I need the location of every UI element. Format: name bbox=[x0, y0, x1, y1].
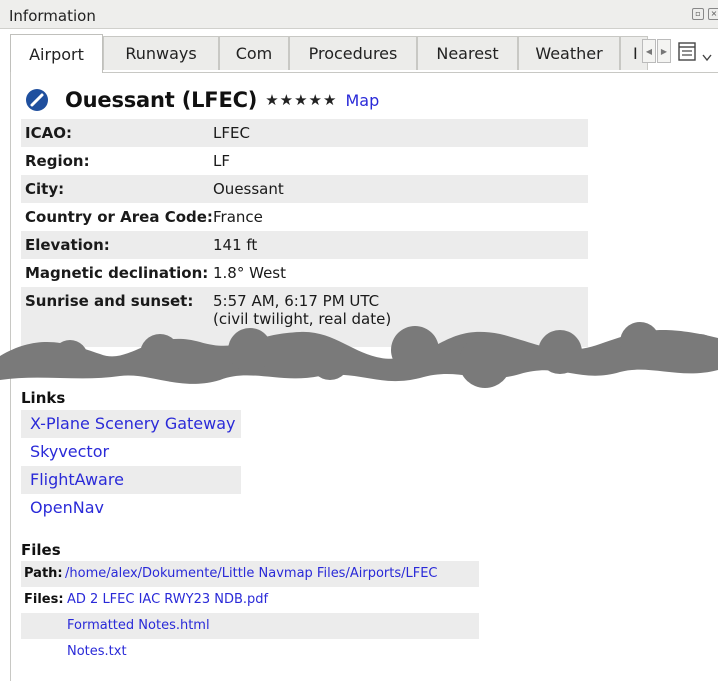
info-label: Sunrise and sunset: bbox=[25, 292, 194, 310]
info-label: Elevation: bbox=[25, 236, 110, 254]
file-path-link[interactable]: /home/alex/Dokumente/Little Navmap Files… bbox=[65, 561, 438, 587]
link-flightaware[interactable]: FlightAware bbox=[21, 466, 241, 494]
airport-info-table: ICAO: LFEC Region: LF City: Ouessant Cou… bbox=[21, 119, 588, 347]
file-link[interactable]: AD 2 LFEC IAC RWY23 NDB.pdf bbox=[67, 587, 268, 613]
tab-weather[interactable]: Weather bbox=[518, 36, 620, 70]
file-row: Files: AD 2 LFEC IAC RWY23 NDB.pdf bbox=[21, 587, 479, 613]
file-row: Formatted Notes.html bbox=[21, 613, 479, 639]
link-skyvector[interactable]: Skyvector bbox=[21, 438, 241, 466]
info-row-magvar: Magnetic declination: 1.8° West bbox=[21, 259, 588, 287]
info-value: 141 ft bbox=[213, 236, 258, 254]
info-label: Country or Area Code: bbox=[25, 208, 213, 226]
tab-nearest[interactable]: Nearest bbox=[417, 36, 518, 70]
tab-procedures[interactable]: Procedures bbox=[289, 36, 417, 70]
chevron-down-icon[interactable] bbox=[702, 54, 712, 62]
info-row-icao: ICAO: LFEC bbox=[21, 119, 588, 147]
link-xplane-gateway[interactable]: X-Plane Scenery Gateway bbox=[21, 410, 241, 438]
file-link[interactable]: Notes.txt bbox=[67, 639, 127, 665]
tab-com[interactable]: Com bbox=[219, 36, 289, 70]
map-link[interactable]: Map bbox=[345, 91, 379, 110]
info-row-elevation: Elevation: 141 ft bbox=[21, 231, 588, 259]
window-title: Information bbox=[9, 7, 96, 25]
info-row-country: Country or Area Code: France bbox=[21, 203, 588, 231]
rating-stars: ★★★★★ bbox=[265, 91, 338, 109]
airport-name: Ouessant (LFEC) bbox=[65, 88, 258, 112]
airport-icon bbox=[26, 89, 48, 111]
info-value: LF bbox=[213, 152, 230, 170]
links-list: X-Plane Scenery Gateway Skyvector Flight… bbox=[21, 410, 241, 522]
file-row: Notes.txt bbox=[21, 639, 479, 665]
tab-label: Runways bbox=[125, 44, 197, 63]
close-icon[interactable]: × bbox=[708, 8, 718, 20]
info-label: ICAO: bbox=[25, 124, 72, 142]
info-label: City: bbox=[25, 180, 65, 198]
tab-scroll-left-icon[interactable]: ◀ bbox=[642, 39, 656, 63]
tab-label: Airport bbox=[29, 44, 84, 64]
links-title: Links bbox=[21, 389, 66, 407]
tab-bar: Airport Runways Com Procedures Nearest W… bbox=[10, 34, 718, 73]
tab-scroll-right-icon[interactable]: ▶ bbox=[657, 39, 671, 63]
link-opennav[interactable]: OpenNav bbox=[21, 494, 241, 522]
info-value: LFEC bbox=[213, 124, 250, 142]
tab-airport[interactable]: Airport bbox=[10, 34, 103, 73]
file-path-label: Path: bbox=[24, 566, 63, 581]
info-row-city: City: Ouessant bbox=[21, 175, 588, 203]
tab-label: Com bbox=[235, 44, 273, 63]
float-icon[interactable]: ▫ bbox=[692, 8, 704, 20]
tab-label: Procedures bbox=[308, 44, 398, 63]
files-list: Path: /home/alex/Dokumente/Little Navmap… bbox=[21, 561, 479, 665]
file-link[interactable]: Formatted Notes.html bbox=[67, 613, 210, 639]
tab-label: Weather bbox=[535, 44, 603, 63]
info-row-region: Region: LF bbox=[21, 147, 588, 175]
tab-label: I bbox=[633, 44, 638, 63]
tab-label: Nearest bbox=[436, 44, 499, 63]
file-path-row: Path: /home/alex/Dokumente/Little Navmap… bbox=[21, 561, 479, 587]
tab-runways[interactable]: Runways bbox=[103, 36, 219, 70]
airport-header: Ouessant (LFEC) ★★★★★ Map bbox=[25, 84, 379, 116]
info-label: Region: bbox=[25, 152, 90, 170]
info-value: France bbox=[213, 208, 263, 226]
info-value: Ouessant bbox=[213, 180, 284, 198]
notepad-icon[interactable] bbox=[677, 40, 697, 62]
info-value: 5:57 AM, 6:17 PM UTC bbox=[213, 292, 380, 310]
files-title: Files bbox=[21, 541, 61, 559]
info-value: 1.8° West bbox=[213, 264, 287, 282]
files-label: Files: bbox=[24, 592, 64, 607]
dock-title-bar: Information ▫ × bbox=[0, 0, 718, 29]
info-label: Magnetic declination: bbox=[25, 264, 209, 282]
redaction-scribble bbox=[0, 322, 718, 388]
